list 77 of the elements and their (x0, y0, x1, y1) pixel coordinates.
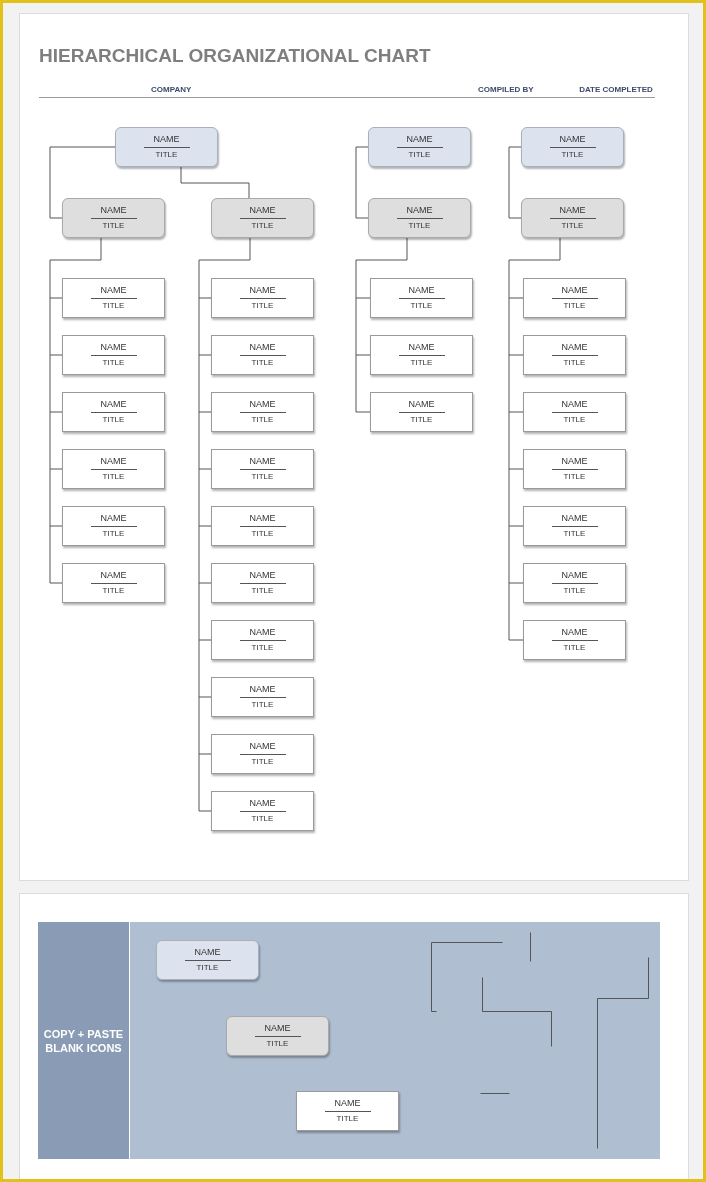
node-title: TITLE (251, 700, 274, 710)
node-name: NAME (100, 570, 127, 581)
node-name: NAME (561, 570, 588, 581)
node-title: TITLE (410, 358, 433, 368)
node-title: TITLE (251, 221, 274, 231)
node-title: TITLE (251, 814, 274, 824)
node-title: TITLE (102, 472, 125, 482)
node-title: TITLE (563, 643, 586, 653)
node-title: TITLE (251, 415, 274, 425)
node-title: TITLE (408, 221, 431, 231)
node-title: TITLE (336, 1114, 359, 1124)
node-name: NAME (249, 456, 276, 467)
node-name: NAME (249, 399, 276, 410)
node-title: TITLE (561, 221, 584, 231)
node-title: TITLE (251, 358, 274, 368)
node-name: NAME (264, 1023, 291, 1034)
node-title: TITLE (155, 150, 178, 160)
node-name: NAME (334, 1098, 361, 1109)
node-name: NAME (153, 134, 180, 145)
node-title: TITLE (563, 415, 586, 425)
node-title: TITLE (196, 963, 219, 973)
node-name: NAME (100, 456, 127, 467)
node-name: NAME (561, 627, 588, 638)
node-title: TITLE (251, 643, 274, 653)
header-label: COMPANY (151, 84, 193, 96)
node-name: NAME (559, 205, 586, 216)
node-name: NAME (249, 627, 276, 638)
node-title: TITLE (410, 301, 433, 311)
node-name: NAME (249, 342, 276, 353)
node-title: TITLE (563, 472, 586, 482)
node-title: TITLE (102, 415, 125, 425)
node-name: NAME (100, 342, 127, 353)
node-name: NAME (406, 205, 433, 216)
node-title: TITLE (251, 586, 274, 596)
node-name: NAME (561, 513, 588, 524)
node-title: TITLE (102, 586, 125, 596)
node-title: TITLE (410, 415, 433, 425)
node-name: NAME (249, 205, 276, 216)
node-name: NAME (249, 285, 276, 296)
node-title: TITLE (563, 586, 586, 596)
node-name: NAME (249, 513, 276, 524)
node-name: NAME (561, 399, 588, 410)
node-title: TITLE (408, 150, 431, 160)
node-name: NAME (194, 947, 221, 958)
node-name: NAME (406, 134, 433, 145)
node-name: NAME (100, 285, 127, 296)
node-name: NAME (408, 285, 435, 296)
node-title: TITLE (102, 301, 125, 311)
node-name: NAME (408, 399, 435, 410)
node-title: TITLE (251, 301, 274, 311)
band-label: COPY + PASTE BLANK ICONS (42, 1026, 125, 1055)
header-label: COMPILED BY (478, 84, 535, 96)
node-title: TITLE (563, 358, 586, 368)
node-title: TITLE (251, 472, 274, 482)
node-name: NAME (100, 205, 127, 216)
node-name: NAME (249, 741, 276, 752)
node-name: NAME (561, 342, 588, 353)
header-label: DATE COMPLETED (579, 84, 654, 96)
node-name: NAME (100, 513, 127, 524)
node-title: TITLE (251, 757, 274, 767)
node-title: TITLE (561, 150, 584, 160)
node-name: NAME (249, 570, 276, 581)
node-title: TITLE (102, 529, 125, 539)
node-title: TITLE (251, 529, 274, 539)
node-name: NAME (561, 285, 588, 296)
node-name: NAME (408, 342, 435, 353)
node-title: TITLE (102, 358, 125, 368)
node-name: NAME (249, 684, 276, 695)
node-name: NAME (561, 456, 588, 467)
node-name: NAME (249, 798, 276, 809)
node-title: TITLE (266, 1039, 289, 1049)
chart-heading: HIERARCHICAL ORGANIZATIONAL CHART (39, 44, 432, 68)
node-title: TITLE (563, 529, 586, 539)
node-name: NAME (559, 134, 586, 145)
node-name: NAME (100, 399, 127, 410)
node-title: TITLE (102, 221, 125, 231)
node-title: TITLE (563, 301, 586, 311)
